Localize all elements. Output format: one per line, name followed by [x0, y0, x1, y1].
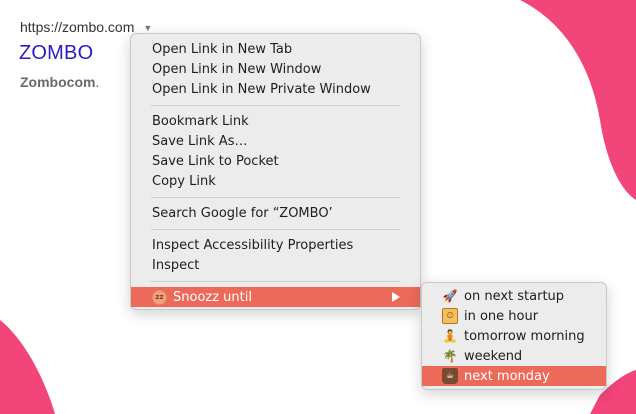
- snoozz-label: Snoozz until: [173, 289, 252, 305]
- submenu-item-label: in one hour: [464, 308, 539, 324]
- submenu-item-label: weekend: [464, 348, 523, 364]
- coffee-cup-icon: ☕: [442, 368, 458, 384]
- submenu-item-label: on next startup: [464, 288, 565, 304]
- snoozz-icon: zz: [152, 289, 167, 305]
- menu-separator: [151, 229, 400, 230]
- menu-separator: [151, 197, 400, 198]
- clock-icon: ⏲: [442, 308, 458, 324]
- submenu-item-one-hour[interactable]: ⏲ in one hour: [422, 306, 606, 326]
- menu-item-snoozz-until[interactable]: zz Snoozz until: [131, 287, 420, 307]
- submenu-item-weekend[interactable]: 🌴 weekend: [422, 346, 606, 366]
- submenu-item-tomorrow-morning[interactable]: 🧘 tomorrow morning: [422, 326, 606, 346]
- site-description: Zombocom.: [20, 74, 99, 90]
- menu-item-search-google[interactable]: Search Google for “ZOMBO’: [131, 203, 420, 223]
- submenu-arrow-icon: [392, 292, 400, 302]
- menu-separator: [151, 105, 400, 106]
- submenu-item-label: next monday: [464, 368, 550, 384]
- context-menu: Open Link in New Tab Open Link in New Wi…: [130, 33, 421, 310]
- snoozz-submenu: 🚀 on next startup ⏲ in one hour 🧘 tomorr…: [421, 282, 607, 390]
- submenu-item-next-startup[interactable]: 🚀 on next startup: [422, 286, 606, 306]
- menu-item-inspect-accessibility[interactable]: Inspect Accessibility Properties: [131, 235, 420, 255]
- rocket-icon: 🚀: [442, 289, 458, 303]
- menu-item-copy-link[interactable]: Copy Link: [131, 171, 420, 191]
- palm-tree-icon: 🌴: [442, 349, 458, 363]
- submenu-item-next-monday[interactable]: ☕ next monday: [422, 366, 606, 386]
- menu-item-save-link-as[interactable]: Save Link As…: [131, 131, 420, 151]
- site-description-bold: Zombocom: [20, 74, 96, 90]
- submenu-item-label: tomorrow morning: [464, 328, 585, 344]
- site-description-tail: .: [95, 74, 100, 90]
- menu-item-open-private-window[interactable]: Open Link in New Private Window: [131, 79, 420, 99]
- page-url[interactable]: https://zombo.com: [20, 19, 134, 35]
- menu-item-open-new-tab[interactable]: Open Link in New Tab: [131, 39, 420, 59]
- menu-item-save-to-pocket[interactable]: Save Link to Pocket: [131, 151, 420, 171]
- meditation-icon: 🧘: [442, 329, 458, 343]
- menu-separator: [151, 281, 400, 282]
- chevron-down-icon[interactable]: ▼: [143, 23, 152, 33]
- menu-item-bookmark-link[interactable]: Bookmark Link: [131, 111, 420, 131]
- menu-item-inspect[interactable]: Inspect: [131, 255, 420, 275]
- menu-item-open-new-window[interactable]: Open Link in New Window: [131, 59, 420, 79]
- site-title-link[interactable]: ZOMBO: [19, 42, 93, 65]
